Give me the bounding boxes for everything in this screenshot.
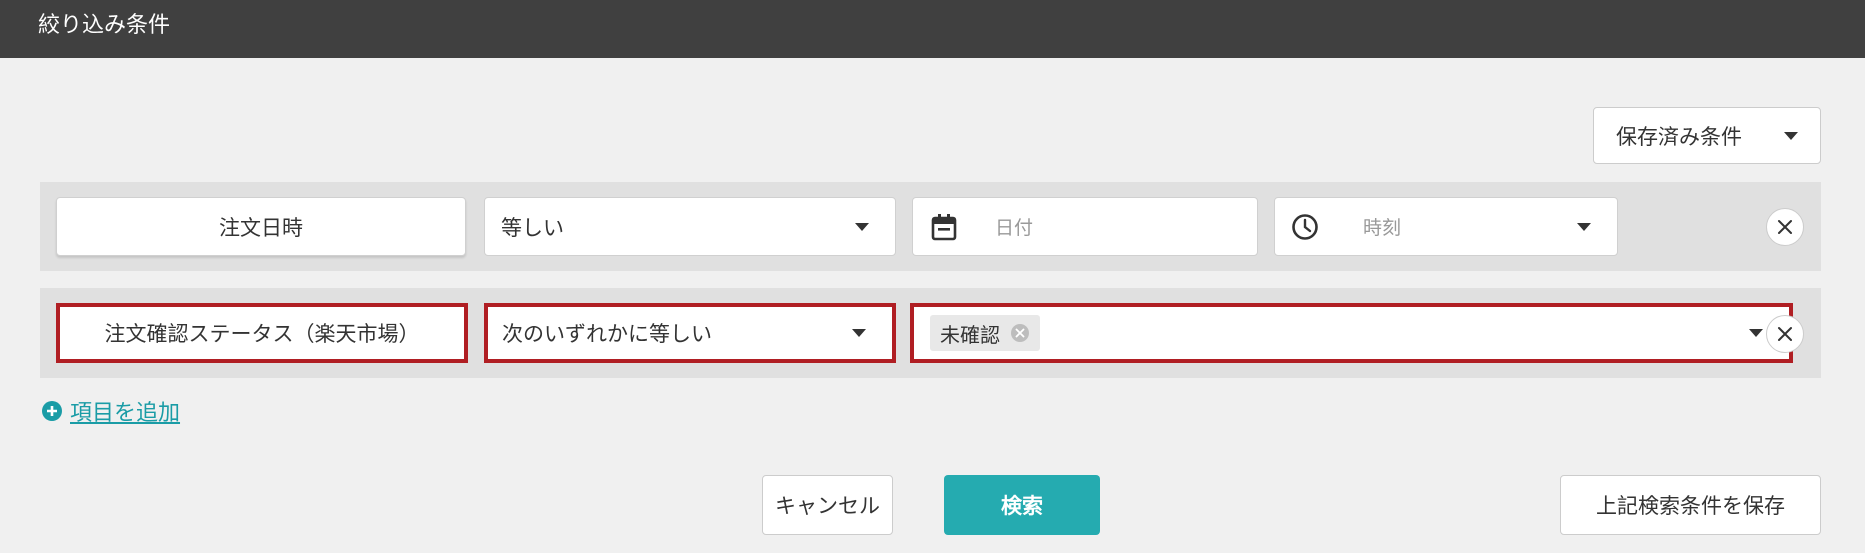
chevron-down-icon [855,222,869,231]
chevron-down-icon [852,329,866,337]
panel-title: 絞り込み条件 [38,13,171,38]
condition-row-2: 注文確認ステータス（楽天市場） 次のいずれかに等しい 未確認 [40,288,1821,378]
plus-circle-icon [42,401,62,421]
condition-row-1: 注文日時 等しい 日付 時刻 [40,182,1821,271]
calendar-icon [931,213,957,241]
saved-conditions-dropdown[interactable]: 保存済み条件 [1593,107,1821,164]
chevron-down-icon [1784,132,1798,140]
operator-select[interactable]: 次のいずれかに等しい [484,303,896,363]
remove-row-button[interactable] [1766,208,1804,246]
operator-value: 等しい [501,215,564,240]
field-select-button[interactable]: 注文確認ステータス（楽天市場） [56,303,468,363]
field-select-button[interactable]: 注文日時 [56,197,466,256]
chevron-down-icon [1749,329,1763,337]
operator-select[interactable]: 等しい [484,197,896,256]
saved-conditions-label: 保存済み条件 [1616,124,1742,149]
chevron-down-icon [1577,222,1591,231]
time-placeholder: 時刻 [1363,217,1402,239]
close-icon [1777,326,1793,342]
panel-header: 絞り込み条件 [0,0,1865,58]
selected-value-chip: 未確認 [930,315,1040,351]
add-item-label: 項目を追加 [70,401,181,426]
date-input[interactable]: 日付 [912,197,1258,256]
field-label: 注文日時 [219,215,303,240]
close-icon[interactable] [1010,323,1030,343]
save-conditions-button[interactable]: 上記検索条件を保存 [1560,475,1821,535]
value-multiselect[interactable]: 未確認 [910,303,1793,363]
search-button[interactable]: 検索 [944,475,1100,535]
add-item-link[interactable]: 項目を追加 [42,398,181,426]
cancel-button[interactable]: キャンセル [762,475,893,535]
time-select[interactable]: 時刻 [1274,197,1618,256]
remove-row-button[interactable] [1766,315,1804,353]
close-icon [1777,219,1793,235]
date-placeholder: 日付 [995,217,1034,239]
clock-icon [1291,213,1319,241]
chip-label: 未確認 [940,322,1000,347]
field-label: 注文確認ステータス（楽天市場） [104,322,420,346]
operator-value: 次のいずれかに等しい [502,322,712,346]
